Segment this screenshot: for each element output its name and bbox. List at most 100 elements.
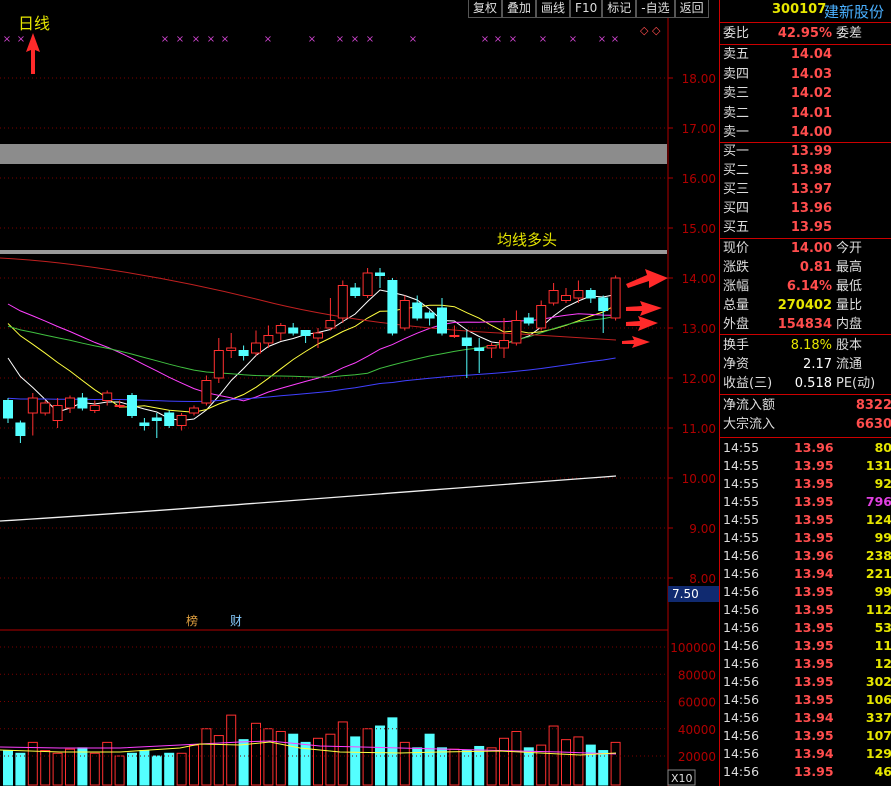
event-mark-cai[interactable]: 财 — [230, 614, 242, 628]
period-label[interactable]: 日线 — [18, 10, 50, 34]
stat-label: 换手 — [723, 338, 750, 353]
highlight-band — [0, 144, 667, 164]
candle-body — [288, 327, 299, 334]
overlay-button[interactable]: 叠加 — [502, 0, 537, 18]
ask-row[interactable]: 卖四 14.03 — [720, 66, 891, 84]
stat-value: 8.18% — [790, 338, 832, 353]
tick-time: 14:56 — [723, 728, 760, 743]
diamond-icon: ◇ — [640, 24, 649, 37]
tick-time: 14:55 — [723, 458, 760, 473]
volume-bar — [226, 714, 237, 786]
bid-row[interactable]: 买四 13.96 — [720, 200, 891, 218]
volume-bar — [189, 744, 199, 786]
tick-time: 14:56 — [723, 674, 760, 689]
candle-body — [585, 290, 596, 299]
candle-body — [139, 422, 150, 426]
stat-label-2: 最高 — [836, 260, 863, 275]
volume-bar — [127, 752, 137, 786]
candle-body — [536, 305, 547, 329]
bid-row[interactable]: 买二 13.98 — [720, 162, 891, 180]
volume-bar — [437, 747, 447, 786]
tick-price: 13.95 — [794, 530, 834, 545]
flow-row: 大宗流入 6630 — [720, 416, 891, 434]
ask-row[interactable]: 卖三 14.02 — [720, 85, 891, 103]
weibi-label: 委比 — [723, 26, 750, 41]
candle-body — [449, 335, 460, 337]
bid-label: 买四 — [723, 201, 750, 216]
candle-body — [325, 320, 336, 329]
volume-bar — [114, 755, 125, 786]
event-mark-bang[interactable]: 榜 — [186, 613, 198, 628]
price-axis-label: 14.00 — [682, 272, 716, 286]
tick-price: 13.95 — [794, 728, 834, 743]
ask-row[interactable]: 卖五 14.04 — [720, 46, 891, 64]
tick-row: 14:55 13.95 124 — [720, 511, 891, 529]
volume-bar — [251, 722, 261, 786]
volume-bar — [362, 728, 373, 786]
candle-body — [437, 307, 447, 334]
stat-row: 现价 14.00 今开 — [720, 240, 891, 258]
candle-body — [424, 312, 435, 319]
stat-label-2: PE(动) — [836, 376, 876, 391]
bid-price: 13.95 — [790, 220, 832, 235]
fuquan-button[interactable]: 复权 — [468, 0, 503, 18]
kline-chart[interactable]: × × × × × × × × × × × × × × × × × × × × 18.00 17.00 16.00 15.0… — [0, 0, 719, 786]
draw-line-button[interactable]: 画线 — [536, 0, 571, 18]
weibi-value: 42.95% — [777, 26, 832, 41]
tick-time: 14:55 — [723, 530, 760, 545]
candle-body — [189, 407, 199, 414]
ask-row[interactable]: 卖二 14.01 — [720, 105, 891, 123]
volume-bar — [511, 730, 522, 786]
volume-bar — [424, 733, 435, 786]
tick-volume: 99 — [874, 530, 891, 545]
tick-time: 14:56 — [723, 602, 760, 617]
weicha-label: 委差 — [836, 26, 863, 41]
bid-row[interactable]: 买一 13.99 — [720, 143, 891, 161]
volume-axis-label: 40000 — [678, 723, 716, 737]
x-mark: × — [409, 34, 417, 45]
volume-bar — [399, 741, 410, 786]
volume-bar — [288, 733, 299, 786]
stat-label-2: 量比 — [836, 298, 863, 313]
f10-button[interactable]: F10 — [570, 0, 603, 18]
candle-body — [399, 300, 410, 329]
bid-label: 买二 — [723, 163, 750, 178]
back-button[interactable]: 返回 — [674, 0, 709, 18]
tick-row: 14:56 13.96 238 — [720, 547, 891, 565]
mark-button[interactable]: 标记 — [602, 0, 637, 18]
x-mark: × — [221, 34, 229, 45]
price-axis-label: 18.00 — [682, 72, 716, 86]
candle-body — [65, 397, 75, 409]
candle-body — [89, 405, 100, 411]
candle-body — [362, 272, 373, 296]
flow-label: 大宗流入 — [723, 417, 776, 432]
volume-bar — [412, 747, 423, 786]
tick-price: 13.94 — [794, 710, 834, 725]
tick-price: 13.95 — [794, 494, 834, 509]
candle-body — [337, 285, 348, 319]
candle-body — [15, 422, 26, 436]
add-watchlist-button[interactable]: -自选 — [636, 0, 675, 18]
ma-bull-band — [0, 250, 667, 254]
ask-row[interactable]: 卖一 14.00 — [720, 124, 891, 142]
candle-body — [52, 405, 63, 421]
quote-panel: 300107 建新股份 委比 42.95% 委差 卖五 14.04 卖四 14.… — [719, 0, 891, 786]
candle-body — [561, 295, 571, 301]
stock-name[interactable]: 建新股份 — [824, 1, 884, 22]
x-mark: × — [351, 34, 359, 45]
candle-body — [3, 400, 13, 419]
volume-bar — [201, 728, 212, 786]
candle-body — [573, 290, 584, 299]
bid-row[interactable]: 买三 13.97 — [720, 181, 891, 199]
candle-body — [474, 347, 485, 351]
tick-time: 14:55 — [723, 476, 760, 491]
diamond-icon-2: ◇ — [652, 24, 661, 37]
x-mark: × — [17, 34, 25, 45]
tick-price: 13.94 — [794, 566, 834, 581]
candle-body — [102, 392, 113, 401]
bid-row[interactable]: 买五 13.95 — [720, 219, 891, 237]
weibi-row: 委比 42.95% 委差 — [720, 25, 891, 43]
tick-time: 14:56 — [723, 656, 760, 671]
tick-time: 14:56 — [723, 764, 760, 779]
tick-volume: 337 — [865, 710, 891, 725]
